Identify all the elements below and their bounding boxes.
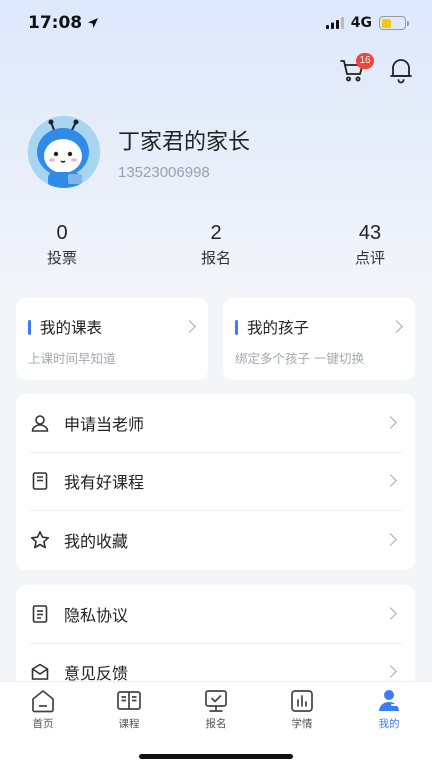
- open-book-icon: [117, 691, 141, 710]
- location-arrow-icon: [88, 18, 99, 28]
- tab-label: 首页: [32, 718, 54, 730]
- home-icon: [32, 690, 54, 713]
- battery-icon: [379, 16, 409, 30]
- document-icon: [30, 604, 50, 624]
- monitor-check-icon: [205, 690, 227, 712]
- chevron-right-icon: [384, 474, 397, 487]
- cart-button[interactable]: 16: [338, 53, 374, 84]
- stat-value: 0: [56, 222, 68, 244]
- my-schedule-card[interactable]: 我的课表 上课时间早知道: [16, 298, 208, 380]
- tab-progress[interactable]: 学情: [272, 688, 332, 731]
- my-children-card[interactable]: 我的孩子 绑定多个孩子 一键切换: [223, 298, 415, 380]
- profile-header[interactable]: 丁家君的家长 13523006998: [28, 116, 250, 188]
- status-time: 17:08: [28, 13, 99, 33]
- menu-item-favorites[interactable]: 我的收藏: [16, 511, 415, 569]
- tab-label: 我的: [378, 718, 400, 730]
- menu-label: 我的收藏: [64, 532, 129, 551]
- menu-group-primary: 申请当老师 我有好课程 我的收藏: [16, 394, 415, 570]
- chevron-right-icon: [384, 533, 397, 546]
- profile-icon: [379, 690, 399, 711]
- menu-label: 我有好课程: [64, 473, 145, 492]
- tab-enroll[interactable]: 报名: [186, 688, 246, 731]
- stat-label: 点评: [354, 249, 385, 267]
- tab-label: 学情: [291, 718, 313, 730]
- menu-item-good-courses[interactable]: 我有好课程: [16, 452, 415, 510]
- avatar[interactable]: [28, 116, 100, 188]
- tab-home[interactable]: 首页: [13, 688, 73, 731]
- clock-text: 17:08: [28, 13, 83, 33]
- menu-item-privacy[interactable]: 隐私协议: [16, 585, 415, 643]
- stat-label: 投票: [46, 249, 77, 267]
- bell-icon: [390, 59, 412, 84]
- network-type: 4G: [350, 15, 372, 31]
- book-icon: [30, 471, 50, 491]
- menu-label: 申请当老师: [64, 415, 145, 434]
- mascot-avatar-icon: [28, 116, 100, 188]
- menu-group-secondary: 隐私协议 意见反馈: [16, 585, 415, 695]
- tab-me[interactable]: 我的: [359, 688, 419, 731]
- stats-row: 0 投票 2 报名 43 点评: [0, 222, 432, 272]
- card-title: 我的孩子: [247, 319, 310, 337]
- stat-value: 2: [210, 222, 222, 244]
- bottom-tab-bar: 首页 课程 报名 学情 我的: [0, 681, 432, 768]
- stat-label: 报名: [200, 249, 231, 267]
- signal-icon: [325, 17, 344, 29]
- notifications-button[interactable]: [388, 56, 414, 84]
- chevron-right-icon: [384, 665, 397, 678]
- user-phone: 13523006998: [118, 163, 210, 181]
- home-indicator: [139, 754, 293, 759]
- card-subtitle: 绑定多个孩子 一键切换: [235, 351, 364, 366]
- accent-bar: [235, 319, 238, 335]
- accent-bar: [28, 319, 31, 335]
- bar-chart-icon: [291, 690, 313, 712]
- card-title: 我的课表: [40, 319, 103, 337]
- tab-label: 课程: [118, 718, 140, 730]
- stat-reviews[interactable]: 43 点评: [320, 222, 420, 268]
- stat-value: 43: [358, 222, 382, 244]
- star-icon: [30, 530, 50, 550]
- tab-courses[interactable]: 课程: [99, 688, 159, 731]
- stat-enrollments[interactable]: 2 报名: [166, 222, 266, 268]
- tab-label: 报名: [205, 718, 227, 730]
- status-bar: 17:08 4G: [0, 0, 432, 46]
- cart-count-badge: 16: [356, 53, 374, 69]
- user-icon: [30, 413, 50, 433]
- chevron-right-icon: [384, 416, 397, 429]
- menu-item-apply-teacher[interactable]: 申请当老师: [16, 394, 415, 452]
- stat-votes[interactable]: 0 投票: [12, 222, 112, 268]
- user-name: 丁家君的家长: [118, 129, 251, 155]
- menu-label: 隐私协议: [64, 606, 129, 625]
- feedback-icon: [30, 662, 50, 682]
- card-subtitle: 上课时间早知道: [28, 351, 116, 366]
- chevron-right-icon: [384, 607, 397, 620]
